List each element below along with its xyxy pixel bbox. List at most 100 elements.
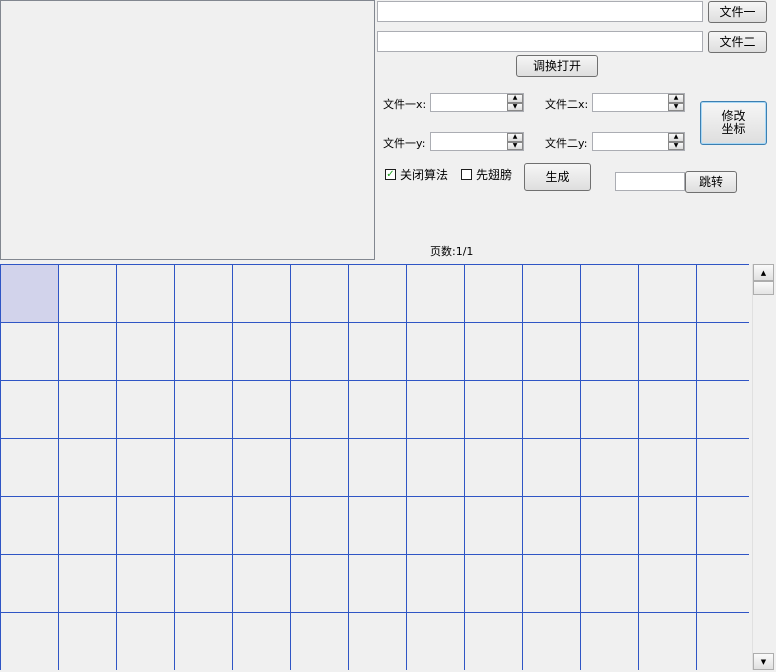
- file2-y-spinner[interactable]: ▲ ▼: [592, 132, 685, 151]
- grid-cell[interactable]: [697, 497, 749, 555]
- grid-cell[interactable]: [1, 555, 59, 613]
- grid-cell[interactable]: [349, 555, 407, 613]
- scroll-up-icon[interactable]: ▲: [753, 264, 774, 281]
- spin-up-icon[interactable]: ▲: [507, 94, 523, 103]
- grid-cell[interactable]: [697, 555, 749, 613]
- grid-cell-selected[interactable]: [1, 265, 59, 323]
- grid-cell[interactable]: [59, 265, 117, 323]
- grid-cell[interactable]: [639, 439, 697, 497]
- scrollbar-thumb[interactable]: [753, 281, 774, 295]
- grid-cell[interactable]: [465, 613, 523, 670]
- grid-cell[interactable]: [465, 323, 523, 381]
- grid-cell[interactable]: [233, 555, 291, 613]
- grid-cell[interactable]: [407, 497, 465, 555]
- grid-cell[interactable]: [407, 323, 465, 381]
- grid-cell[interactable]: [233, 439, 291, 497]
- grid-cell[interactable]: [117, 613, 175, 670]
- spin-down-icon[interactable]: ▼: [507, 141, 523, 150]
- spin-down-icon[interactable]: ▼: [668, 102, 684, 111]
- spin-down-icon[interactable]: ▼: [668, 141, 684, 150]
- swap-open-button[interactable]: 调换打开: [516, 55, 598, 77]
- grid-cell[interactable]: [1, 497, 59, 555]
- grid-cell[interactable]: [349, 381, 407, 439]
- grid-cell[interactable]: [523, 323, 581, 381]
- modify-coordinates-button[interactable]: 修改 坐标: [700, 101, 767, 145]
- grid-cell[interactable]: [175, 439, 233, 497]
- grid-cell[interactable]: [117, 265, 175, 323]
- grid-cell[interactable]: [465, 497, 523, 555]
- grid-cell[interactable]: [465, 381, 523, 439]
- grid-cell[interactable]: [465, 555, 523, 613]
- grid-cell[interactable]: [349, 323, 407, 381]
- grid-cell[interactable]: [175, 497, 233, 555]
- grid-cell[interactable]: [175, 265, 233, 323]
- grid-cell[interactable]: [639, 381, 697, 439]
- jump-page-input[interactable]: [615, 172, 685, 191]
- grid-cell[interactable]: [407, 381, 465, 439]
- grid-cell[interactable]: [349, 265, 407, 323]
- file1-path-input[interactable]: [377, 1, 703, 22]
- grid-cell[interactable]: [117, 555, 175, 613]
- grid-cell[interactable]: [639, 555, 697, 613]
- check-mark-icon[interactable]: ✓: [385, 169, 396, 180]
- spin-down-icon[interactable]: ▼: [507, 102, 523, 111]
- grid-cell[interactable]: [639, 265, 697, 323]
- grid-cell[interactable]: [117, 497, 175, 555]
- first-checkbox[interactable]: 先翅膀: [461, 166, 512, 183]
- grid-cell[interactable]: [697, 323, 749, 381]
- grid-cell[interactable]: [407, 613, 465, 670]
- grid-cell[interactable]: [697, 265, 749, 323]
- grid-cell[interactable]: [407, 555, 465, 613]
- grid-cell[interactable]: [233, 381, 291, 439]
- grid-cell[interactable]: [465, 265, 523, 323]
- grid-cell[interactable]: [1, 613, 59, 670]
- grid-cell[interactable]: [581, 323, 639, 381]
- spin-up-icon[interactable]: ▲: [668, 94, 684, 103]
- grid-cell[interactable]: [407, 439, 465, 497]
- grid-cell[interactable]: [581, 265, 639, 323]
- grid-cell[interactable]: [175, 381, 233, 439]
- grid-cell[interactable]: [523, 381, 581, 439]
- grid-cell[interactable]: [233, 323, 291, 381]
- grid-cell[interactable]: [349, 613, 407, 670]
- grid-cell[interactable]: [175, 613, 233, 670]
- file1-y-spinner[interactable]: ▲ ▼: [430, 132, 524, 151]
- empty-checkbox-icon[interactable]: [461, 169, 472, 180]
- grid-cell[interactable]: [639, 497, 697, 555]
- file2-x-spinner[interactable]: ▲ ▼: [592, 93, 685, 112]
- grid-cell[interactable]: [581, 555, 639, 613]
- grid-cell[interactable]: [117, 439, 175, 497]
- jump-button[interactable]: 跳转: [685, 171, 737, 193]
- grid-cell[interactable]: [59, 323, 117, 381]
- grid-cell[interactable]: [581, 381, 639, 439]
- grid-cell[interactable]: [59, 381, 117, 439]
- grid-cell[interactable]: [233, 613, 291, 670]
- file1-button[interactable]: 文件一: [708, 1, 767, 23]
- grid-cell[interactable]: [1, 381, 59, 439]
- grid-cell[interactable]: [117, 381, 175, 439]
- grid-cell[interactable]: [639, 323, 697, 381]
- grid-cell[interactable]: [59, 439, 117, 497]
- generate-button[interactable]: 生成: [524, 163, 591, 191]
- spin-up-icon[interactable]: ▲: [507, 133, 523, 142]
- grid-cell[interactable]: [581, 613, 639, 670]
- grid-cell[interactable]: [349, 439, 407, 497]
- grid-cell[interactable]: [59, 613, 117, 670]
- grid-cell[interactable]: [117, 323, 175, 381]
- grid-cell[interactable]: [291, 497, 349, 555]
- grid-cell[interactable]: [523, 265, 581, 323]
- grid-cell[interactable]: [697, 613, 749, 670]
- grid-cell[interactable]: [523, 613, 581, 670]
- grid-cell[interactable]: [465, 439, 523, 497]
- file1-x-spinner[interactable]: ▲ ▼: [430, 93, 524, 112]
- grid-cell[interactable]: [291, 613, 349, 670]
- grid-cell[interactable]: [697, 439, 749, 497]
- grid-cell[interactable]: [291, 555, 349, 613]
- grid-cell[interactable]: [1, 439, 59, 497]
- grid-cell[interactable]: [523, 555, 581, 613]
- grid-cell[interactable]: [59, 555, 117, 613]
- grid-cell[interactable]: [233, 265, 291, 323]
- grid-cell[interactable]: [697, 381, 749, 439]
- grid-cell[interactable]: [291, 381, 349, 439]
- file2-button[interactable]: 文件二: [708, 31, 767, 53]
